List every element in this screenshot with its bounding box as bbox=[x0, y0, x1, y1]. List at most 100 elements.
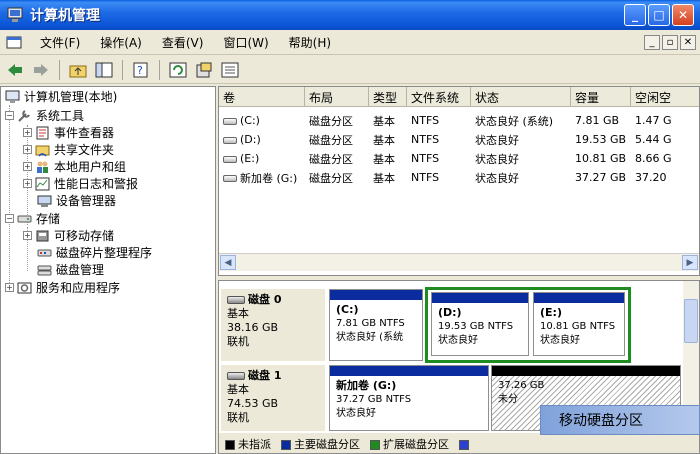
folder-up-icon bbox=[69, 65, 87, 77]
tree-item-disk-management[interactable]: 磁盘管理 bbox=[37, 261, 104, 278]
volume-cell: 基本 bbox=[373, 171, 395, 185]
volume-cell: 新加卷 (G:) bbox=[219, 170, 305, 186]
volume-row[interactable]: (C:) 磁盘分区 基本 NTFS 状态良好 (系统) 7.81 GB 1.47 G bbox=[219, 111, 699, 130]
tree-item-defrag[interactable]: 磁盘碎片整理程序 bbox=[37, 244, 152, 261]
volume-row[interactable]: (D:) 磁盘分区 基本 NTFS 状态良好 19.53 GB 5.44 G bbox=[219, 130, 699, 149]
volume-list-header: 卷 布局 类型 文件系统 状态 容量 空闲空 bbox=[219, 87, 699, 107]
device-manager-icon bbox=[37, 195, 52, 207]
menu-file[interactable]: 文件(F) bbox=[30, 34, 90, 51]
column-volume[interactable]: 卷 bbox=[219, 87, 305, 107]
refresh-button[interactable] bbox=[167, 59, 189, 81]
volume-cell: (E:) bbox=[219, 152, 305, 165]
volume-icon bbox=[223, 175, 237, 182]
partition-d[interactable]: (D:) 19.53 GB NTFS 状态良好 bbox=[431, 292, 529, 356]
tree-item-storage[interactable]: − 存储 bbox=[5, 210, 60, 227]
mdi-minimize-button[interactable]: _ bbox=[644, 35, 660, 50]
volume-row[interactable]: (E:) 磁盘分区 基本 NTFS 状态良好 10.81 GB 8.66 G bbox=[219, 149, 699, 168]
expand-toggle[interactable]: + bbox=[23, 162, 32, 171]
legend-primary: 主要磁盘分区 bbox=[281, 436, 360, 452]
horizontal-scrollbar[interactable]: ◀ ▶ bbox=[219, 253, 699, 271]
tree-item-shared-folders[interactable]: + 共享文件夹 bbox=[23, 141, 114, 158]
volume-cell: 基本 bbox=[373, 133, 395, 147]
column-status[interactable]: 状态 bbox=[471, 87, 571, 107]
volume-cell: 磁盘分区 bbox=[309, 133, 353, 147]
volume-cell: 基本 bbox=[373, 114, 395, 128]
forward-button[interactable] bbox=[30, 59, 52, 81]
forward-arrow-icon bbox=[34, 63, 48, 76]
event-viewer-icon bbox=[36, 126, 49, 139]
volume-cell: 1.47 G bbox=[635, 114, 672, 127]
column-layout[interactable]: 布局 bbox=[305, 87, 369, 107]
legend-logical bbox=[459, 438, 472, 451]
services-icon bbox=[17, 282, 32, 293]
column-capacity[interactable]: 容量 bbox=[571, 87, 631, 107]
expand-toggle[interactable]: + bbox=[23, 128, 32, 137]
export-list-button[interactable] bbox=[193, 59, 215, 81]
volume-cell: 8.66 G bbox=[635, 152, 672, 165]
volume-icon bbox=[223, 155, 237, 163]
scroll-right-button[interactable]: ▶ bbox=[682, 255, 698, 270]
tree-item-local-users[interactable]: + 本地用户和组 bbox=[23, 158, 126, 175]
minimize-button[interactable]: _ bbox=[624, 4, 646, 26]
svg-text:?: ? bbox=[137, 64, 143, 77]
menu-window[interactable]: 窗口(W) bbox=[213, 34, 278, 51]
disk-icon bbox=[227, 296, 245, 304]
expand-toggle[interactable]: + bbox=[23, 231, 32, 240]
defrag-icon bbox=[37, 249, 52, 256]
volume-cell: 19.53 GB bbox=[575, 133, 627, 146]
expand-toggle[interactable]: + bbox=[5, 283, 14, 292]
volume-cell: NTFS bbox=[411, 152, 440, 165]
column-type[interactable]: 类型 bbox=[369, 87, 407, 107]
properties-button[interactable]: ? bbox=[130, 59, 152, 81]
tree-item-perf-logs[interactable]: + 性能日志和警报 bbox=[23, 175, 138, 192]
volume-icon bbox=[223, 117, 237, 125]
scroll-left-button[interactable]: ◀ bbox=[220, 255, 236, 270]
back-arrow-icon bbox=[8, 63, 22, 76]
title-bar[interactable]: 计算机管理 _ □ ✕ bbox=[0, 0, 700, 30]
volume-cell: (C:) bbox=[219, 114, 305, 127]
collapse-toggle[interactable]: − bbox=[5, 214, 14, 223]
volume-cell: NTFS bbox=[411, 133, 440, 146]
tree-item-event-viewer[interactable]: + 事件查看器 bbox=[23, 124, 114, 141]
expand-toggle[interactable]: + bbox=[23, 145, 32, 154]
expand-toggle[interactable]: + bbox=[23, 179, 32, 188]
column-filesystem[interactable]: 文件系统 bbox=[407, 87, 471, 107]
disk-management-icon bbox=[37, 265, 52, 275]
volume-cell: 10.81 GB bbox=[575, 152, 627, 165]
volume-cell: 磁盘分区 bbox=[309, 152, 353, 166]
menu-view[interactable]: 查看(V) bbox=[152, 34, 214, 51]
menu-help[interactable]: 帮助(H) bbox=[279, 34, 341, 51]
context-menu: 移动硬盘分区 bbox=[540, 405, 700, 435]
volume-icon bbox=[223, 136, 237, 144]
volume-cell: (D:) bbox=[219, 133, 305, 146]
back-button[interactable] bbox=[4, 59, 26, 81]
volume-row[interactable]: 新加卷 (G:) 磁盘分区 基本 NTFS 状态良好 37.27 GB 37.20 bbox=[219, 168, 699, 187]
column-free-space[interactable]: 空闲空 bbox=[631, 87, 699, 107]
volume-cell: 状态良好 bbox=[475, 171, 519, 185]
collapse-toggle[interactable]: − bbox=[5, 111, 14, 120]
tree-item-removable[interactable]: + 可移动存储 bbox=[23, 227, 114, 244]
mdi-window-icon[interactable] bbox=[6, 36, 22, 50]
disk-0-label[interactable]: 磁盘 0 基本 38.16 GB 联机 bbox=[221, 289, 325, 361]
show-hide-tree-button[interactable] bbox=[93, 59, 115, 81]
disk-1-label[interactable]: 磁盘 1 基本 74.53 GB 联机 bbox=[221, 365, 325, 431]
up-one-level-button[interactable] bbox=[67, 59, 89, 81]
tree-item-device-manager[interactable]: 设备管理器 bbox=[37, 192, 116, 209]
tree-item-system-tools[interactable]: − 系统工具 bbox=[5, 107, 84, 124]
window-title: 计算机管理 bbox=[30, 8, 100, 24]
maximize-button[interactable]: □ bbox=[648, 4, 670, 26]
partition-g[interactable]: 新加卷 (G:) 37.27 GB NTFS 状态良好 bbox=[329, 365, 489, 431]
mdi-restore-button[interactable]: ▫ bbox=[662, 35, 678, 50]
partition-e[interactable]: (E:) 10.81 GB NTFS 状态良好 bbox=[533, 292, 625, 356]
menu-item-removable-partition[interactable]: 移动硬盘分区 bbox=[553, 409, 649, 431]
scrollbar-thumb[interactable] bbox=[684, 299, 698, 343]
legend-extended: 扩展磁盘分区 bbox=[370, 436, 449, 452]
tree-item-root[interactable]: 计算机管理(本地) bbox=[5, 88, 117, 105]
tree-item-services[interactable]: + 服务和应用程序 bbox=[5, 279, 120, 296]
partition-c[interactable]: (C:) 7.81 GB NTFS 状态良好 (系统 bbox=[329, 289, 423, 361]
volume-cell: NTFS bbox=[411, 114, 440, 127]
menu-action[interactable]: 操作(A) bbox=[90, 34, 152, 51]
close-button[interactable]: ✕ bbox=[672, 4, 694, 26]
mdi-close-button[interactable]: ✕ bbox=[680, 35, 696, 50]
action-button[interactable] bbox=[219, 59, 241, 81]
